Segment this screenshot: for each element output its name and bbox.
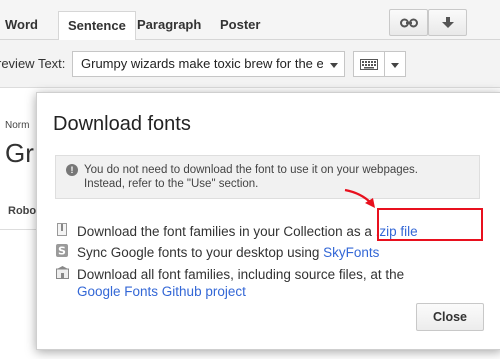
background-divider — [0, 229, 40, 230]
github-text: Download all font families, including so… — [77, 267, 405, 282]
skyfonts-row: S Sync Google fonts to your desktop usin… — [55, 244, 379, 262]
skyfonts-text: Sync Google fonts to your desktop using — [77, 245, 324, 260]
zip-file-icon — [55, 223, 69, 241]
tab-paragraph[interactable]: Paragraph — [137, 11, 201, 40]
notice-line-2: Instead, refer to the "Use" section. — [84, 178, 259, 190]
keyboard-dropdown[interactable] — [384, 51, 406, 77]
info-notice: ! You do not need to download the font t… — [55, 155, 480, 199]
background-preview-text: Gr — [5, 138, 34, 168]
skyfonts-link[interactable]: SkyFonts — [323, 245, 379, 260]
tab-word[interactable]: Word — [5, 11, 38, 40]
tab-bar: Word Sentence Paragraph Poster — [0, 0, 500, 41]
svg-text:S: S — [58, 245, 66, 258]
keyboard-button[interactable] — [353, 51, 385, 77]
close-button[interactable]: Close — [416, 303, 484, 331]
github-icon — [55, 266, 69, 284]
skyfonts-icon: S — [55, 244, 69, 262]
preview-text-input[interactable]: Grumpy wizards make toxic brew for the e — [72, 51, 324, 77]
preview-text-dropdown[interactable] — [323, 51, 345, 77]
download-button[interactable] — [428, 9, 467, 36]
dialog-title: Download fonts — [53, 113, 191, 135]
zip-file-highlight-box — [377, 208, 483, 241]
github-project-link[interactable]: Google Fonts Github project — [77, 284, 246, 299]
download-fonts-dialog: Download fonts ! You do not need to down… — [36, 92, 500, 350]
notice-line-1: You do not need to download the font to … — [84, 164, 418, 176]
keyboard-icon — [360, 58, 378, 70]
tab-sentence[interactable]: Sentence — [58, 11, 136, 41]
preview-toolbar: review Text: Grumpy wizards make toxic b… — [0, 40, 500, 88]
tab-poster[interactable]: Poster — [220, 11, 260, 40]
link-icon — [399, 18, 418, 27]
background-normal-label: Norm — [5, 120, 30, 131]
background-font-label: Robo — [8, 205, 37, 217]
red-arrow-annotation — [344, 188, 375, 208]
preview-text-label: review Text: — [0, 56, 66, 71]
github-row: Download all font families, including so… — [55, 266, 404, 284]
download-arrow-icon — [441, 16, 454, 28]
zip-download-row: Download the font families in your Colle… — [55, 223, 418, 241]
info-icon: ! — [66, 164, 78, 176]
github-link-row: Google Fonts Github project — [77, 283, 246, 300]
link-button[interactable] — [389, 9, 428, 36]
zip-download-text: Download the font families in your Colle… — [77, 224, 376, 239]
